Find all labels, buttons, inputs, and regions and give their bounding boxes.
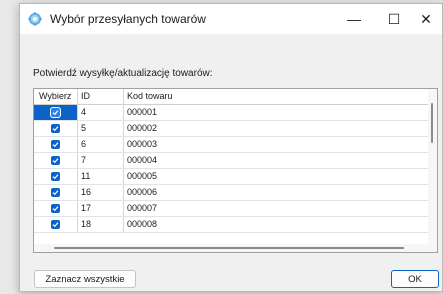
row-checkbox-cell[interactable] [34,217,77,232]
close-button[interactable]: ✕ [406,4,443,34]
app-gear-icon [28,12,42,26]
dialog-window: Wybór przesyłanych towarów — ☐ ✕ Potwier… [19,3,443,292]
row-checkbox-cell[interactable] [34,201,77,216]
cell-id[interactable]: 18 [77,217,123,232]
column-header-id[interactable]: ID [81,91,90,101]
window-title: Wybór przesyłanych towarów [50,12,206,26]
column-separator[interactable] [77,89,78,104]
row-checkbox[interactable] [51,156,60,165]
vertical-scrollbar[interactable] [428,89,437,252]
cell-id[interactable]: 11 [77,169,123,184]
cell-id[interactable]: 7 [77,153,123,168]
checkmark-icon [52,222,59,228]
minimize-icon: — [347,11,361,27]
close-icon: ✕ [420,10,432,27]
row-checkbox-cell[interactable] [34,137,77,152]
table-row[interactable]: 16 000006 [34,185,430,201]
checkmark-icon [52,142,59,148]
cell-id[interactable]: 4 [77,105,123,120]
minimize-button[interactable]: — [334,4,374,34]
cell-product-code[interactable]: 000001 [123,105,430,120]
cell-product-code[interactable]: 000006 [123,185,430,200]
horizontal-scrollbar[interactable] [34,244,430,252]
cell-id[interactable]: 16 [77,185,123,200]
vertical-scroll-thumb[interactable] [431,103,433,143]
row-checkbox[interactable] [51,172,60,181]
select-all-button[interactable]: Zaznacz wszystkie [34,270,136,288]
checkmark-icon [52,174,59,180]
table-row[interactable]: 5 000002 [34,121,430,137]
table-row[interactable]: 7 000004 [34,153,430,169]
table-row[interactable]: 18 000008 [34,217,430,233]
row-checkbox-cell[interactable] [34,153,77,168]
cell-product-code[interactable]: 000002 [123,121,430,136]
checkmark-icon [52,206,59,212]
confirm-prompt-label: Potwierdź wysyłkę/aktualizację towarów: [33,68,213,79]
cell-id[interactable]: 6 [77,137,123,152]
checkmark-icon [52,158,59,164]
column-separator[interactable] [123,89,124,104]
row-checkbox[interactable] [51,204,60,213]
row-checkbox[interactable] [51,140,60,149]
row-checkbox[interactable] [51,108,60,117]
checkmark-icon [52,126,59,132]
cell-product-code[interactable]: 000003 [123,137,430,152]
products-grid[interactable]: Wybierz ID Kod towaru 4 000001 5 000002 6 000… [33,88,438,253]
row-checkbox-cell[interactable] [34,185,77,200]
checkmark-icon [52,110,59,116]
row-checkbox-cell[interactable] [34,169,77,184]
column-header-kod-towaru[interactable]: Kod towaru [127,91,173,101]
cell-product-code[interactable]: 000007 [123,201,430,216]
column-header-wybierz[interactable]: Wybierz [39,91,71,101]
cell-product-code[interactable]: 000008 [123,217,430,232]
horizontal-scroll-thumb[interactable] [54,247,404,249]
row-checkbox-cell[interactable] [34,121,77,136]
title-bar[interactable]: Wybór przesyłanych towarów — ☐ ✕ [20,4,442,34]
grid-header: Wybierz ID Kod towaru [34,89,430,105]
maximize-icon: ☐ [387,10,401,27]
row-checkbox-cell[interactable] [34,105,77,120]
cell-id[interactable]: 5 [77,121,123,136]
row-checkbox[interactable] [51,188,60,197]
row-checkbox[interactable] [51,220,60,229]
table-row[interactable]: 17 000007 [34,201,430,217]
table-row[interactable]: 6 000003 [34,137,430,153]
checkmark-icon [52,190,59,196]
cell-product-code[interactable]: 000005 [123,169,430,184]
cell-product-code[interactable]: 000004 [123,153,430,168]
ok-button[interactable]: OK [391,270,439,288]
table-row[interactable]: 11 000005 [34,169,430,185]
row-checkbox[interactable] [51,124,60,133]
cell-id[interactable]: 17 [77,201,123,216]
table-row[interactable]: 4 000001 [34,105,430,121]
